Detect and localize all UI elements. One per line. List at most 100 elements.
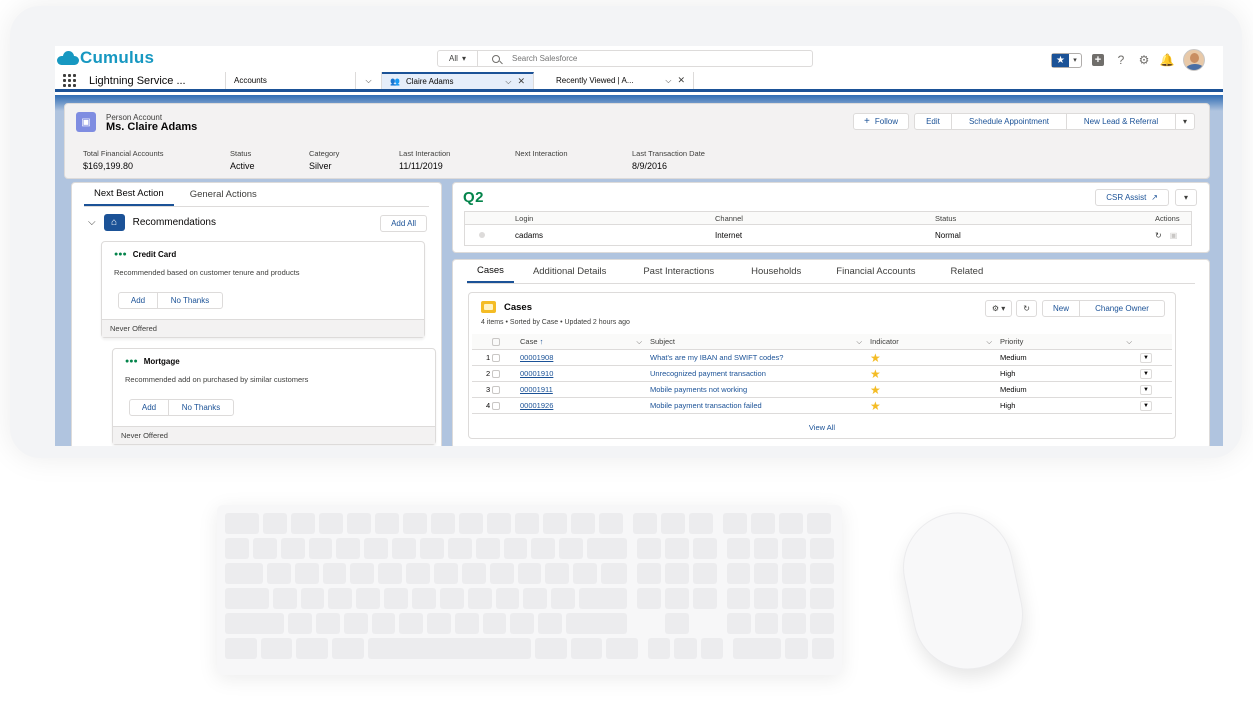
row-checkbox[interactable] — [492, 385, 500, 394]
tab-past-interactions[interactable]: Past Interactions — [633, 260, 724, 283]
row-checkbox[interactable] — [492, 369, 500, 378]
row-number: 3 — [486, 385, 491, 394]
tab-cases[interactable]: Cases — [467, 260, 514, 283]
table-row: cadams Internet Normal ↻ ▣ — [465, 225, 1191, 245]
tab-accounts-menu[interactable]: ⌵ — [356, 72, 382, 89]
chevron-down-icon[interactable]: ⌵ — [856, 337, 862, 347]
highlight-value: 8/9/2016 — [632, 161, 668, 171]
view-all-link[interactable]: View All — [469, 423, 1175, 432]
csr-assist-button[interactable]: CSR Assist ↗ — [1095, 189, 1169, 206]
tab-households[interactable]: Households — [741, 260, 811, 283]
tab-general-actions[interactable]: General Actions — [180, 183, 267, 206]
row-checkbox[interactable] — [492, 353, 500, 362]
new-lead-referral-button[interactable]: New Lead & Referral — [1066, 113, 1176, 130]
row-actions-menu[interactable]: ▼ — [1140, 400, 1152, 411]
search-icon — [492, 54, 500, 63]
refresh-button[interactable]: ↻ — [1016, 300, 1037, 317]
add-button[interactable]: Add — [118, 292, 158, 309]
column-header-priority[interactable]: Priority ⌵ — [1000, 337, 1140, 347]
star-icon: ★ — [870, 382, 881, 397]
gear-icon[interactable]: ⚙ — [1137, 53, 1151, 67]
case-subject-link[interactable]: Unrecognized payment transaction — [650, 369, 870, 378]
select-all-checkbox[interactable] — [492, 337, 500, 346]
column-header-indicator[interactable]: Indicator ⌵ — [870, 337, 1000, 347]
card-actions: Add No Thanks — [118, 292, 408, 309]
app-launcher-icon[interactable] — [55, 72, 81, 89]
chevron-down-icon: ▾ — [1182, 117, 1187, 126]
new-button[interactable]: New — [1042, 300, 1080, 317]
card-description: Recommended add on purchased by similar … — [125, 375, 309, 384]
cases-button-group: New Change Owner — [1042, 300, 1165, 317]
column-header: Status — [935, 213, 957, 223]
search-scope-dropdown[interactable]: All ▾ — [438, 51, 478, 66]
row-checkbox[interactable] — [492, 401, 500, 410]
case-subject-link[interactable]: What's are my IBAN and SWIFT codes? — [650, 353, 870, 362]
list-settings-button[interactable]: ⚙ ▾ — [984, 300, 1013, 317]
row-actions-menu[interactable]: ▼ — [1140, 384, 1152, 395]
key-row — [225, 538, 834, 559]
cases-table: Case ↑ ⌵ Subject ⌵ Indicator ⌵ Priority ⌵ 1 … — [472, 334, 1172, 414]
csr-menu-button[interactable]: ▾ — [1175, 189, 1197, 206]
app-screen: Cumulus All ▾ ★ ▾ + ? ⚙ 🔔 — [55, 46, 1223, 446]
table-header: Case ↑ ⌵ Subject ⌵ Indicator ⌵ Priority ⌵ — [472, 334, 1172, 350]
row-actions-menu[interactable]: ▼ — [1140, 368, 1152, 379]
q2-logo: Q2 — [463, 189, 485, 206]
chevron-down-icon[interactable]: ⌵ — [665, 76, 671, 86]
lock-icon[interactable]: ▣ — [1170, 231, 1178, 240]
favorites-button[interactable]: ★ ▾ — [1051, 52, 1082, 68]
close-icon[interactable]: ✕ — [677, 75, 685, 86]
card-footer: Never Offered — [113, 426, 435, 444]
tab-next-best-action[interactable]: Next Best Action — [84, 183, 174, 206]
recommendations-title: Recommendations — [132, 217, 216, 228]
case-subject-link[interactable]: Mobile payment transaction failed — [650, 401, 870, 410]
tab-financial-accounts[interactable]: Financial Accounts — [826, 260, 925, 283]
global-actions-icon[interactable]: + — [1091, 53, 1105, 67]
add-button[interactable]: Add — [129, 399, 169, 416]
chevron-down-icon: ▾ — [461, 54, 466, 63]
brand-name: Cumulus — [80, 48, 155, 67]
person-account-icon: 👥 — [390, 77, 400, 86]
brand-logo[interactable]: Cumulus — [57, 48, 154, 68]
add-all-button[interactable]: Add All — [380, 215, 427, 232]
tab-recently-viewed[interactable]: Recently Viewed | A... ⌵ ✕ — [534, 72, 694, 89]
recommendation-card: ●●● Mortgage Recommended add on purchase… — [112, 348, 436, 445]
tab-claire-adams[interactable]: 👥 Claire Adams ⌵ ✕ — [382, 72, 534, 89]
cases-related-list: Cases 4 items • Sorted by Case • Updated… — [468, 292, 1176, 439]
case-number-link[interactable]: 00001910 — [520, 369, 650, 378]
follow-button[interactable]: + Follow — [853, 113, 909, 130]
case-number-link[interactable]: 00001911 — [520, 385, 650, 394]
tab-accounts[interactable]: Accounts — [226, 72, 356, 89]
chevron-down-icon[interactable]: ⌵ — [636, 337, 642, 347]
change-owner-button[interactable]: Change Owner — [1079, 300, 1165, 317]
chevron-down-icon[interactable]: ⌵ — [1126, 337, 1132, 347]
no-thanks-button[interactable]: No Thanks — [157, 292, 223, 309]
highlight-value: 11/11/2019 — [399, 161, 443, 171]
arrow-up-icon: ↑ — [539, 336, 544, 346]
bell-icon[interactable]: 🔔 — [1160, 53, 1175, 67]
no-thanks-button[interactable]: No Thanks — [168, 399, 234, 416]
login-value: cadams — [515, 230, 544, 240]
edit-button[interactable]: Edit — [914, 113, 952, 130]
case-number-link[interactable]: 00001926 — [520, 401, 650, 410]
tab-related[interactable]: Related — [941, 260, 994, 283]
help-icon[interactable]: ? — [1114, 53, 1128, 67]
close-icon[interactable]: ✕ — [517, 76, 525, 87]
chevron-down-icon[interactable]: ⌵ — [505, 77, 511, 87]
chevron-down-icon[interactable]: ⌵ — [986, 337, 992, 347]
search-input[interactable] — [512, 54, 792, 63]
schedule-appointment-button[interactable]: Schedule Appointment — [951, 113, 1067, 130]
more-actions-button[interactable]: ▾ — [1175, 113, 1195, 130]
record-actions: + Follow Edit Schedule Appointment New L… — [853, 113, 1195, 130]
avatar[interactable] — [1183, 49, 1205, 71]
chevron-down-icon[interactable]: ▾ — [1069, 54, 1081, 67]
case-number-link[interactable]: 00001908 — [520, 353, 650, 362]
column-header-case[interactable]: Case ↑ ⌵ — [520, 337, 650, 347]
refresh-icon[interactable]: ↻ — [1155, 231, 1162, 240]
column-header-subject[interactable]: Subject ⌵ — [650, 337, 870, 347]
tab-additional-details[interactable]: Additional Details — [523, 260, 616, 283]
case-subject-link[interactable]: Mobile payments not working — [650, 385, 870, 394]
column-header: Channel — [715, 213, 743, 223]
recommendations-header[interactable]: ⌵ ⌂ Recommendations — [88, 214, 216, 231]
dots-icon: ●●● — [114, 251, 127, 258]
row-actions-menu[interactable]: ▼ — [1140, 352, 1152, 363]
